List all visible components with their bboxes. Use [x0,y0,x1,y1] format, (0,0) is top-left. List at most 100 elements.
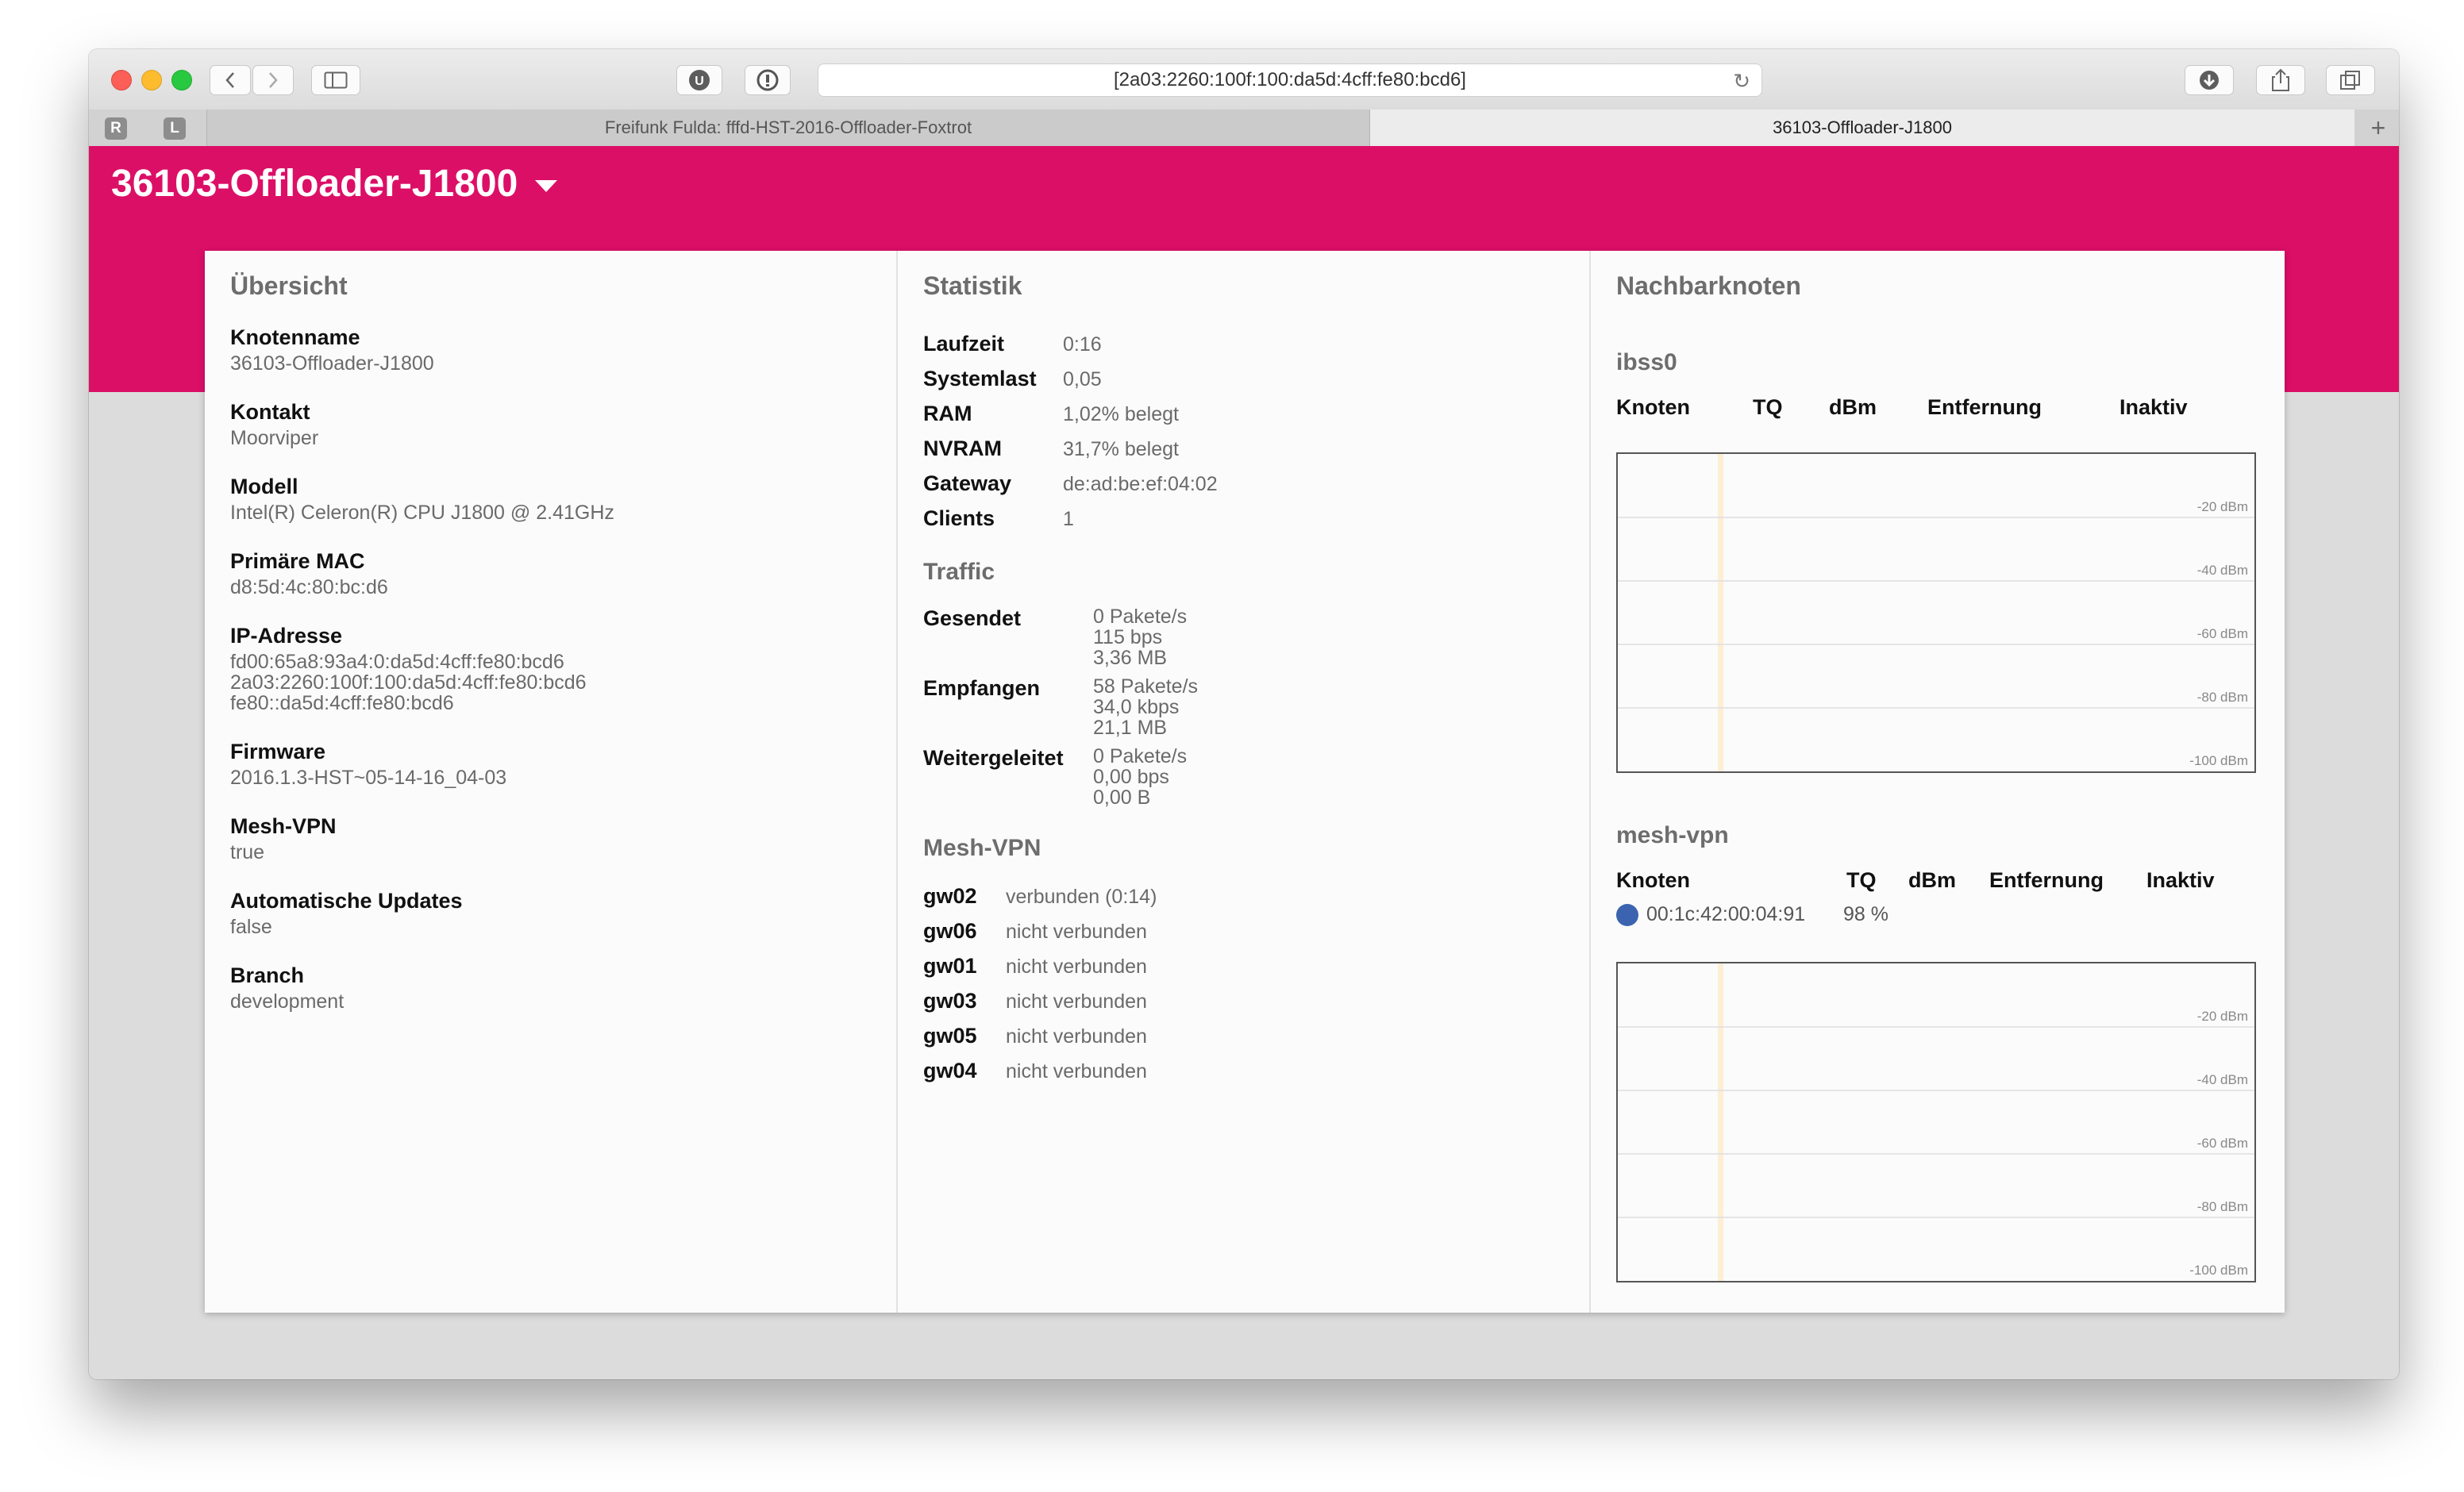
reload-icon[interactable]: ↻ [1733,69,1750,94]
privacy-icon [757,69,779,91]
stat-row: RAM 1,02% belegt [923,402,1179,426]
dbm-tick-label: -20 dBm [2197,499,2248,514]
dbm-tick-label: -80 dBm [2197,690,2248,705]
browser-toolbar: U [2a03:2260:100f:100:da5d:4cff:fe80:bcd… [89,49,2399,110]
overview-item: IP-Adresse fd00:65a8:93a4:0:da5d:4cff:fe… [230,624,587,713]
neighbour-row[interactable]: 00:1c:42:00:04:91 98 % [1616,903,1888,926]
stat-row: Systemlast 0,05 [923,367,1102,391]
signal-graph-mesh-vpn: -20 dBm -40 dBm -60 dBm -80 dBm -100 dBm [1616,962,2256,1282]
sidebar-button[interactable] [311,65,360,95]
traffic-row: Weitergeleitet 0 Pakete/s 0,00 bps 0,00 … [923,746,1187,808]
overview-label: Branch [230,963,305,987]
gateway-row: gw01 nicht verbunden [923,954,1147,979]
gateway-row: gw04 nicht verbunden [923,1059,1147,1083]
neighbour-tq: 98 % [1843,903,1888,925]
column-header-inactive[interactable]: Inaktiv [2119,395,2188,420]
column-header-dbm[interactable]: dBm [1908,868,1956,893]
overview-column: Übersicht Knotenname 36103-Offloader-J18… [205,251,898,1313]
privacy-button[interactable] [745,65,791,95]
gateway-status: nicht verbunden [1006,921,1147,943]
tab-label: Freifunk Fulda: fffd-HST-2016-Offloader-… [604,117,972,137]
tabs-icon [2340,71,2360,90]
svg-text:U: U [695,75,704,88]
stat-label: Gateway [923,471,1012,495]
column-header-node[interactable]: Knoten [1616,868,1690,893]
dbm-tick-label: -100 dBm [2189,1263,2248,1278]
forward-icon [269,72,278,88]
close-window-button[interactable] [111,70,132,90]
column-header-inactive[interactable]: Inaktiv [2146,868,2215,893]
gateway-status: nicht verbunden [1006,990,1147,1013]
stat-label: Systemlast [923,367,1037,390]
stat-row: Laufzeit 0:16 [923,332,1102,356]
signal-graph-ibss0: -20 dBm -40 dBm -60 dBm -80 dBm -100 dBm [1616,452,2256,773]
address-bar[interactable]: [2a03:2260:100f:100:da5d:4cff:fe80:bcd6]… [818,63,1762,97]
forward-button[interactable] [252,65,294,95]
stat-value: 0:16 [1063,333,1102,356]
stat-label: RAM [923,402,972,425]
column-header-distance[interactable]: Entfernung [1989,868,2104,893]
new-tab-icon[interactable]: + [2358,110,2399,146]
overview-value: true [230,841,265,863]
traffic-label: Weitergeleitet [923,746,1064,770]
stat-value: 0,05 [1063,368,1102,390]
traffic-value: 0 Pakete/s [1093,745,1188,767]
stat-label: Clients [923,506,995,530]
neighbours-title: Nachbarknoten [1616,271,1801,300]
gateway-row: gw03 nicht verbunden [923,989,1147,1013]
back-button[interactable] [210,65,251,95]
tab-label: 36103-Offloader-J1800 [1773,117,1952,137]
traffic-title: Traffic [923,559,995,585]
node-selector[interactable]: 36103-Offloader-J1800 [111,162,558,206]
column-header-dbm[interactable]: dBm [1829,395,1877,420]
pinned-tab-r[interactable]: R [105,117,127,140]
gateway-label: gw05 [923,1024,977,1048]
tab-freifunk-fulda[interactable]: Freifunk Fulda: fffd-HST-2016-Offloader-… [206,110,1370,146]
share-button[interactable] [2256,65,2305,95]
column-header-tq[interactable]: TQ [1753,395,1783,420]
overview-value: fe80::da5d:4cff:fe80:bcd6 [230,692,454,714]
dbm-tick-label: -40 dBm [2197,1072,2248,1087]
stat-value: 1 [1063,508,1074,530]
overview-label: Knotenname [230,325,360,349]
traffic-value: 34,0 kbps [1093,696,1180,718]
stat-row: Gateway de:ad:be:ef:04:02 [923,471,1218,496]
overview-label: Automatische Updates [230,889,463,913]
tab-bar: R L Freifunk Fulda: fffd-HST-2016-Offloa… [89,110,2399,147]
signal-graph-canvas: -20 dBm -40 dBm -60 dBm -80 dBm -100 dBm [1618,454,2254,771]
column-header-tq[interactable]: TQ [1846,868,1877,893]
stat-value: 31,7% belegt [1063,438,1179,460]
tab-node[interactable]: 36103-Offloader-J1800 [1370,110,2354,146]
stat-value: de:ad:be:ef:04:02 [1063,473,1218,495]
downloads-button[interactable] [2185,65,2234,95]
minimize-window-button[interactable] [141,70,162,90]
dbm-tick-label: -80 dBm [2197,1199,2248,1214]
overview-item: Kontakt Moorviper [230,400,318,448]
ublock-button[interactable]: U [676,65,722,95]
column-header-node[interactable]: Knoten [1616,395,1690,420]
overview-value: 36103-Offloader-J1800 [230,352,434,375]
ublock-icon: U [689,70,710,90]
dbm-tick-label: -20 dBm [2197,1009,2248,1024]
gateway-row: gw02 verbunden (0:14) [923,884,1157,909]
traffic-row: Empfangen 58 Pakete/s 34,0 kbps 21,1 MB [923,676,1198,738]
time-marker [1718,454,1723,771]
url-text: [2a03:2260:100f:100:da5d:4cff:fe80:bcd6] [1114,69,1466,90]
chevron-down-icon [535,180,558,192]
overview-label: Firmware [230,740,326,763]
gateway-label: gw06 [923,919,977,943]
overview-value: false [230,916,272,938]
column-header-distance[interactable]: Entfernung [1927,395,2042,420]
overview-label: IP-Adresse [230,624,343,648]
node-name: 36103-Offloader-J1800 [111,163,518,205]
traffic-value: 0,00 B [1093,786,1151,809]
tab-overview-button[interactable] [2326,65,2375,95]
overview-item: Firmware 2016.1.3-HST~05-14-16_04-03 [230,740,506,788]
zoom-window-button[interactable] [171,70,192,90]
stat-row: NVRAM 31,7% belegt [923,436,1179,461]
pinned-tab-l[interactable]: L [164,117,186,140]
traffic-value: 58 Pakete/s [1093,675,1199,698]
back-icon [225,72,234,88]
traffic-values: 0 Pakete/s 0,00 bps 0,00 B [1093,746,1187,808]
overview-value: development [230,990,345,1013]
